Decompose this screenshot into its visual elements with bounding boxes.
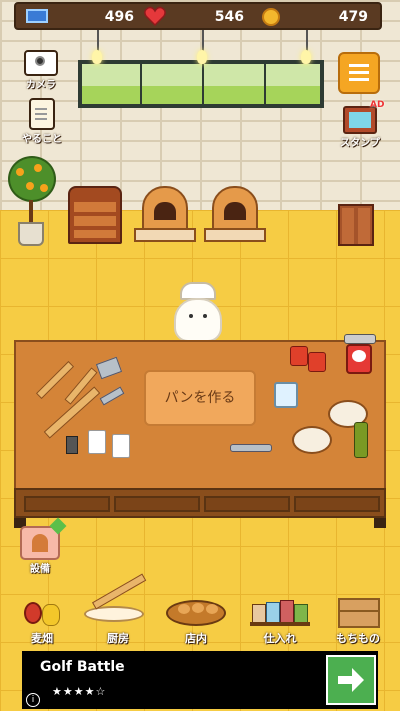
bottom-navigation: 麦畑 厨房 店内 仕入れ もちもの (0, 573, 400, 648)
ad-open-button[interactable] (326, 655, 376, 705)
orange-tree (4, 156, 60, 248)
clipboard-icon (29, 98, 55, 130)
nav-inventory[interactable]: もちもの (320, 598, 396, 648)
table-leg (374, 518, 386, 528)
oven-small-icon (20, 517, 67, 560)
menu-icon (349, 64, 369, 67)
todo-label: やること (22, 134, 62, 145)
table-drawer (24, 496, 110, 512)
nav-kitchen[interactable]: 厨房 (80, 573, 156, 648)
camera-button[interactable]: カメラ (20, 50, 62, 91)
menu-button[interactable] (338, 52, 380, 94)
info-icon[interactable]: i (26, 693, 40, 707)
nav-label: 仕入れ (263, 632, 297, 645)
nav-label: 厨房 (107, 632, 129, 645)
scraper-icon (95, 356, 123, 380)
wheat-field-icon (22, 598, 62, 626)
oven-2[interactable] (204, 186, 266, 244)
ad-badge: AD (370, 100, 385, 110)
nav-supplies[interactable]: 仕入れ (242, 598, 318, 648)
arrow-right-icon (338, 668, 364, 692)
window-frame (202, 64, 204, 104)
equipment-button[interactable]: 設備 (18, 517, 67, 575)
bread-shelf (68, 186, 122, 244)
window-light (82, 86, 320, 104)
table-drawer (114, 496, 200, 512)
heart-count: 546 (214, 9, 244, 25)
window-frame (264, 64, 266, 104)
supplies-icon (250, 600, 310, 626)
nav-shop[interactable]: 店内 (158, 598, 234, 648)
ceiling-lamp-icon (92, 50, 102, 64)
measuring-cup-icon (274, 382, 298, 408)
coin-count: 479 (338, 9, 368, 25)
camera-label: カメラ (26, 80, 56, 91)
nav-label: 麦畑 (31, 632, 53, 645)
lamp-cord (202, 30, 204, 52)
make-bread-button[interactable]: パンを作る (144, 370, 256, 426)
ad-rating: ★★★★☆ (52, 685, 107, 698)
ticket-icon (26, 9, 48, 23)
resource-bar: 496 546 479 (14, 2, 382, 30)
tv-icon (343, 106, 377, 134)
ad-banner[interactable]: Golf Battle ★★★★☆ i (22, 651, 378, 709)
window-frame (140, 64, 142, 104)
firewood-stack (338, 204, 374, 246)
shop-icon (166, 600, 226, 626)
heart-icon (144, 6, 166, 26)
measuring-spoon-icon (99, 386, 125, 406)
flour-bowl-icon (292, 426, 332, 454)
oven-1[interactable] (134, 186, 196, 244)
nav-label: 店内 (185, 632, 207, 645)
camera-icon (24, 50, 58, 76)
oil-bottle-icon (354, 422, 368, 458)
tomato-jars-icon (290, 342, 330, 372)
baker-body (174, 298, 222, 342)
equipment-label: 設備 (30, 564, 50, 575)
nav-wheat-field[interactable]: 麦畑 (4, 598, 80, 648)
kitchen-scale-icon (344, 334, 376, 378)
milk-carton-icon (88, 430, 106, 454)
ad-title: Golf Battle (40, 659, 125, 675)
ceiling-lamp-icon (301, 50, 311, 64)
baker-character[interactable] (170, 282, 226, 344)
ticket-count: 496 (104, 9, 134, 25)
menu-icon-bar (349, 71, 369, 74)
table-front (14, 488, 386, 518)
coin-icon (262, 8, 280, 26)
nav-label: もちもの (336, 632, 380, 645)
ceiling-lamp-icon (197, 50, 207, 64)
stamp-label: スタンプ (340, 138, 380, 149)
kitchen-icon (84, 573, 150, 626)
lamp-cord (97, 30, 99, 52)
spice-bottle-icon (66, 436, 78, 454)
table-drawer (294, 496, 380, 512)
todo-button[interactable]: やること (18, 98, 66, 145)
inventory-icon (338, 598, 380, 628)
bakery-window (78, 60, 324, 108)
salt-jar-icon (112, 434, 130, 458)
table-drawer (204, 496, 290, 512)
stamp-button[interactable]: AD スタンプ (332, 100, 388, 149)
whisk-icon (230, 444, 272, 452)
menu-icon-bar (349, 78, 369, 81)
lamp-cord (306, 30, 308, 52)
